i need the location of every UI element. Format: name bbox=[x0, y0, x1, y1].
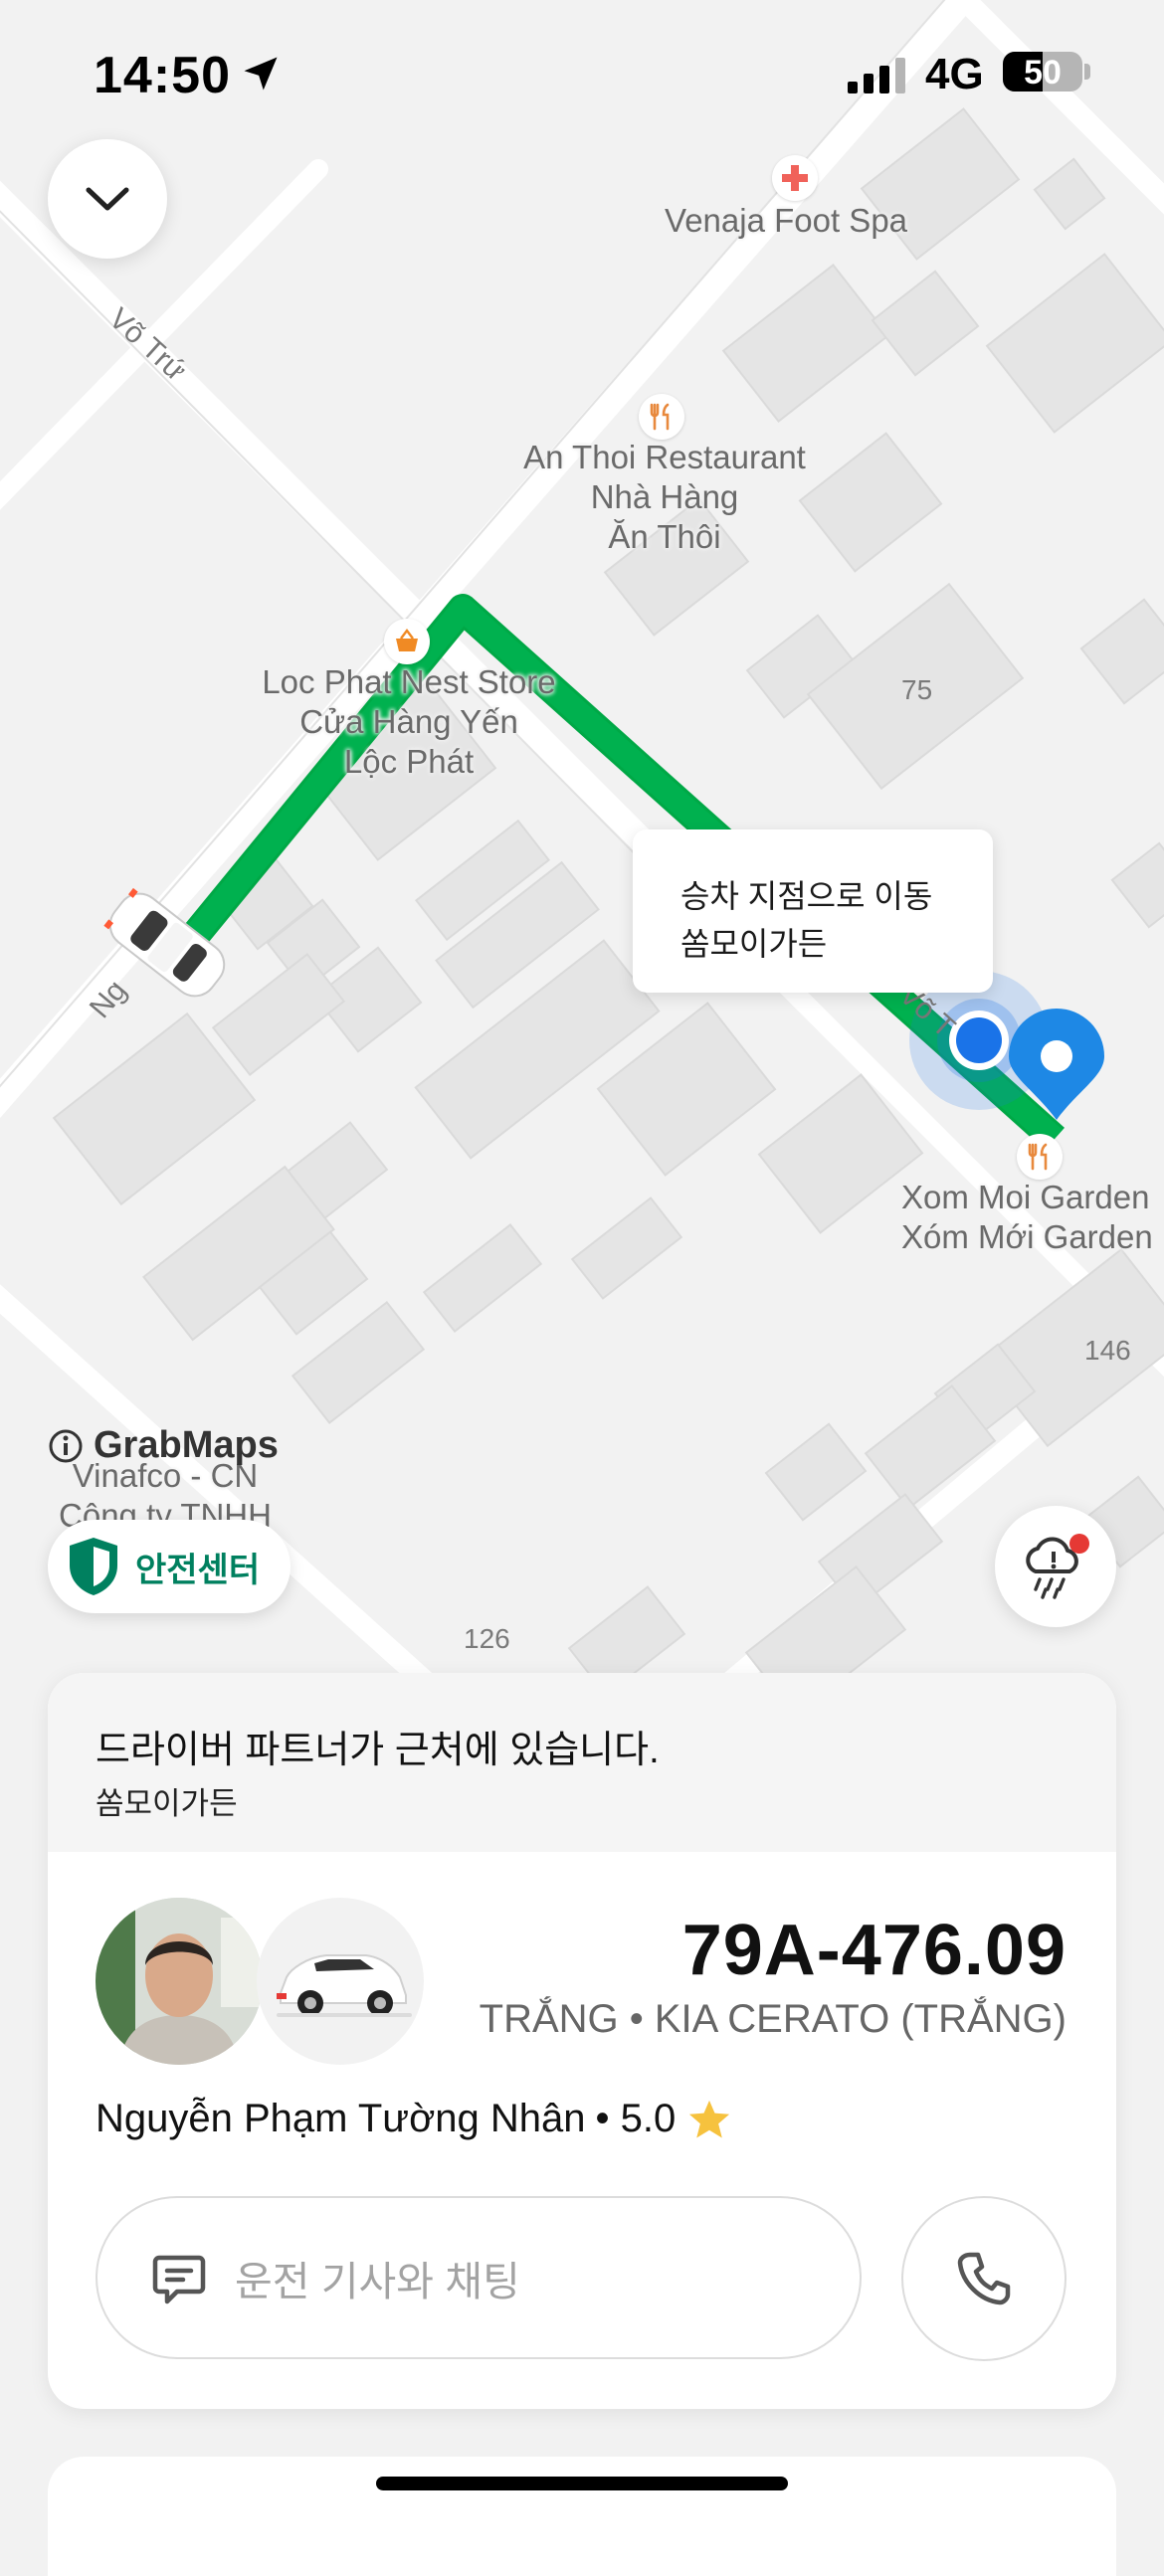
pharmacy-icon bbox=[772, 155, 818, 201]
driver-info: Nguyễn Phạm Tường Nhân • 5.0 bbox=[96, 2097, 731, 2141]
location-arrow-icon bbox=[239, 52, 283, 100]
next-card-peek bbox=[48, 2457, 1116, 2576]
poi-loc-phat-nest-store[interactable]: Loc Phat Nest Store Cửa Hàng Yến Lộc Phá… bbox=[235, 662, 583, 782]
safety-center-button[interactable]: 안전센터 bbox=[48, 1520, 291, 1613]
clock: 14:50 bbox=[94, 47, 231, 104]
vehicle-description: TRẮNG • KIA CERATO (TRẮNG) bbox=[479, 1997, 1067, 2041]
driver-status-text: 드라이버 파트너가 근처에 있습니다. bbox=[96, 1730, 660, 1771]
status-bar: 14:50 4G 50 bbox=[0, 40, 1164, 119]
pickup-name: 쏨모이가든 bbox=[96, 1786, 238, 1821]
chat-placeholder: 운전 기사와 채팅 bbox=[235, 2259, 520, 2304]
chat-with-driver-input[interactable]: 운전 기사와 채팅 bbox=[96, 2196, 862, 2359]
collapse-button[interactable] bbox=[48, 139, 167, 259]
cell-signal-icon bbox=[848, 58, 911, 98]
vehicle-icon bbox=[257, 1898, 424, 2065]
house-number: 126 bbox=[464, 1623, 510, 1654]
driver-name: Nguyễn Phạm Tường Nhân bbox=[96, 2097, 586, 2140]
call-driver-button[interactable] bbox=[901, 2196, 1067, 2361]
pickup-tooltip: 승차 지점으로 이동 쏨모이가든 bbox=[633, 829, 993, 993]
grabmaps-logo: GrabMaps bbox=[94, 1424, 279, 1466]
restaurant-icon bbox=[1017, 1134, 1063, 1180]
poi-an-thoi-restaurant[interactable]: An Thoi Restaurant Nhà Hàng Ăn Thôi bbox=[505, 438, 824, 557]
weather-alert-button[interactable] bbox=[995, 1506, 1116, 1627]
home-indicator[interactable] bbox=[376, 2477, 788, 2490]
driver-avatar[interactable] bbox=[96, 1898, 263, 2065]
rain-cloud-alert-icon bbox=[1026, 1534, 1089, 1599]
phone-icon bbox=[957, 2252, 1011, 2305]
license-plate: 79A-476.09 bbox=[681, 1911, 1067, 1990]
trip-card: 드라이버 파트너가 근처에 있습니다. 쏨모이가든 79A-476.09 TRẮ… bbox=[48, 1673, 1116, 2409]
safety-center-label: 안전센터 bbox=[135, 1551, 261, 1589]
house-number: 75 bbox=[901, 674, 933, 705]
trip-status-header: 드라이버 파트너가 근처에 있습니다. 쏨모이가든 bbox=[48, 1673, 1116, 1852]
tooltip-place: 쏨모이가든 bbox=[680, 926, 828, 962]
battery-icon: 50 bbox=[1003, 52, 1082, 92]
restaurant-icon bbox=[639, 394, 684, 440]
network-type: 4G bbox=[925, 50, 984, 98]
tooltip-title: 승차 지점으로 이동 bbox=[680, 878, 933, 914]
poi-xom-moi-garden[interactable]: Xom Moi Garden Xóm Mới Garden bbox=[901, 1178, 1153, 1257]
driver-rating: • 5.0 bbox=[595, 2097, 677, 2140]
shield-icon bbox=[70, 1538, 117, 1595]
star-icon bbox=[689, 2100, 730, 2137]
chat-icon bbox=[152, 2255, 206, 2304]
battery-level: 50 bbox=[1024, 54, 1062, 92]
house-number: 146 bbox=[1084, 1335, 1131, 1366]
poi-venaja-foot-spa[interactable]: Venaja Foot Spa bbox=[665, 201, 907, 241]
chevron-down-icon bbox=[86, 187, 129, 211]
shopping-basket-icon bbox=[384, 619, 430, 664]
info-icon bbox=[49, 1429, 83, 1462]
map-attribution[interactable]: GrabMaps bbox=[48, 1424, 279, 1467]
